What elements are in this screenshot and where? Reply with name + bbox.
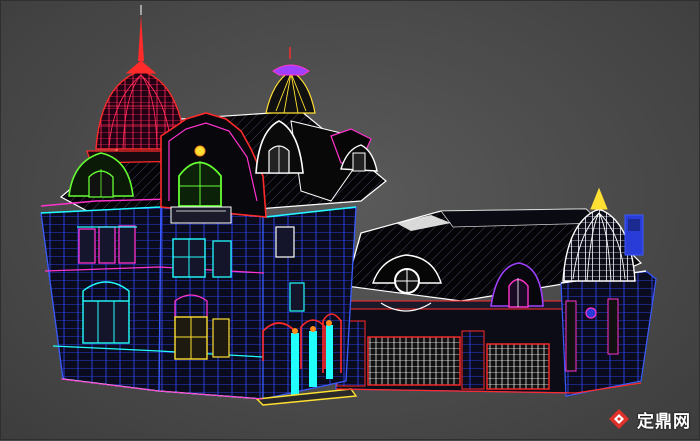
dingding-logo-icon [609,409,629,429]
wireframe-villa-model [40,5,657,406]
watermark: 定鼎网 [607,405,691,433]
watermark-text: 定鼎网 [637,411,691,432]
3d-viewport[interactable]: 定鼎网 [0,0,700,440]
garage-door-1 [367,336,461,386]
garage-door-2 [486,343,550,390]
center-turret [265,47,316,114]
